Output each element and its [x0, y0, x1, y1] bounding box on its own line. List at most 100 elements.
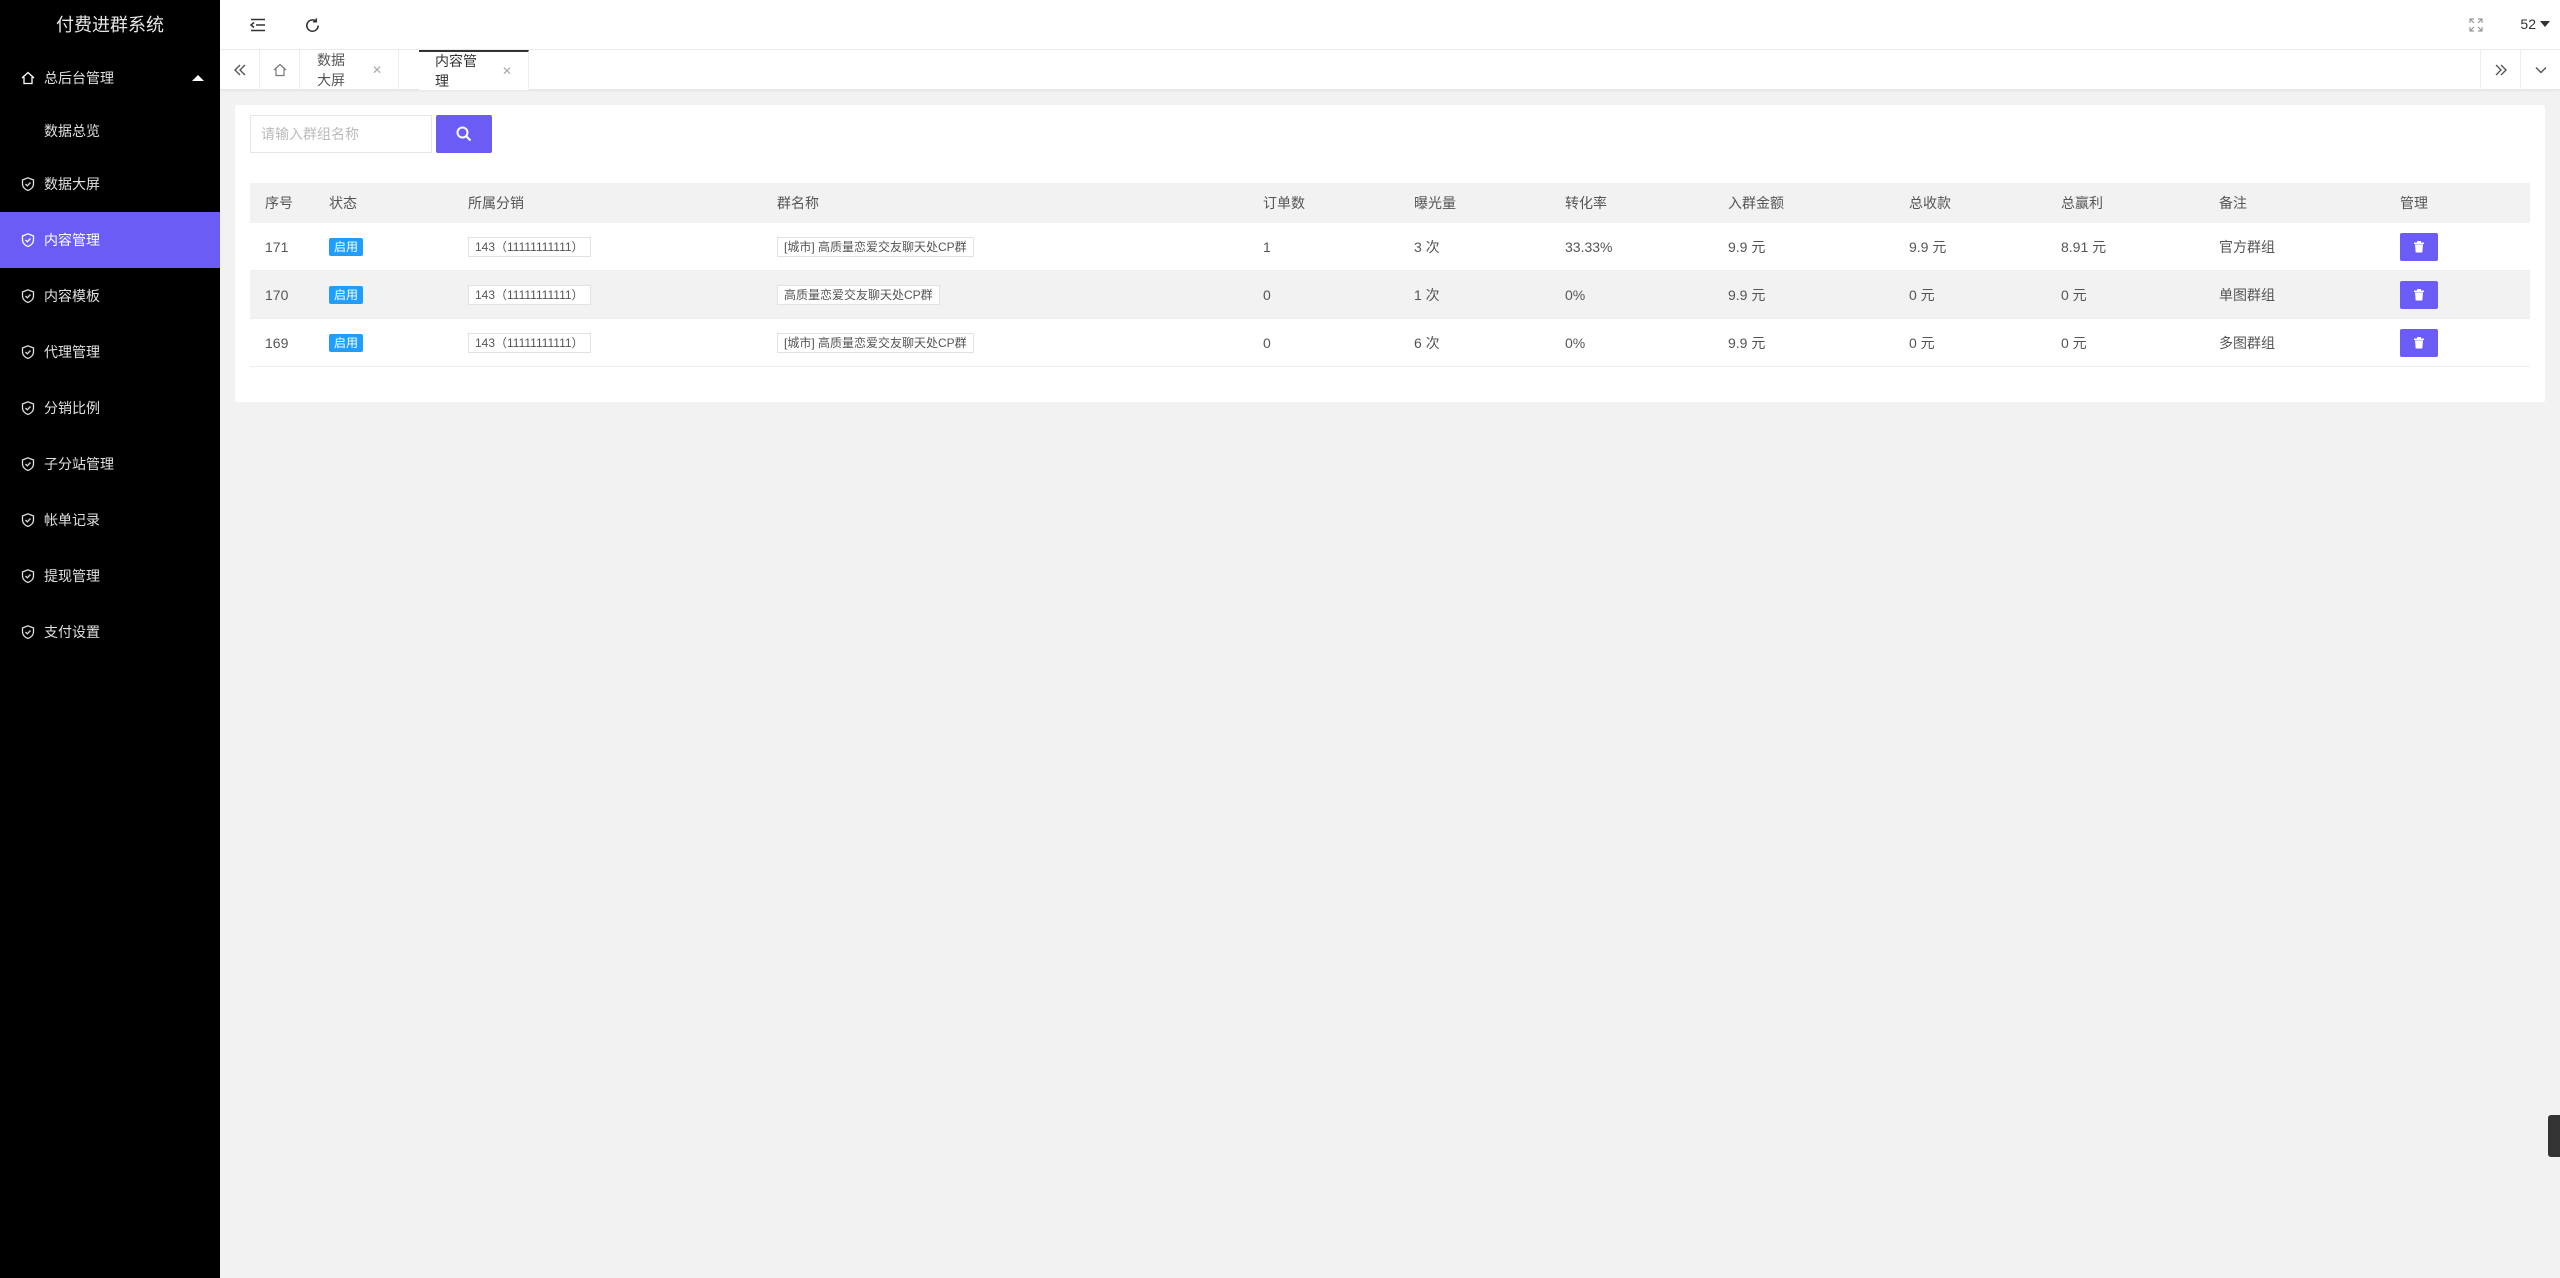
tabs-scroll-left-icon[interactable]	[220, 50, 260, 90]
cell-views: 6 次	[1414, 334, 1440, 351]
cell-note: 多图群组	[2219, 334, 2275, 351]
distributor-tag: 143（11111111111）	[468, 284, 591, 305]
table-header: 序号 状态 所属分销 群名称 订单数 曝光量 转化率 入群金额 总收款 总赢利 …	[250, 183, 2530, 223]
column-header: 管理	[2400, 195, 2428, 211]
status-badge: 启用	[329, 285, 364, 304]
refresh-icon[interactable]	[302, 15, 322, 35]
column-header: 状态	[329, 195, 357, 211]
cell-price: 9.9 元	[1728, 286, 1766, 303]
sidebar-item-distribution-ratio[interactable]: 分销比例	[0, 380, 220, 436]
cell-id: 170	[265, 286, 289, 303]
close-icon[interactable]: ✕	[502, 64, 512, 78]
sidebar-item-withdraw-manage[interactable]: 提现管理	[0, 548, 220, 604]
sidebar: 付费进群系统 总后台管理 数据总览 数据大屏 内容管理 内容模板 代理管理 分销…	[0, 0, 220, 1278]
sidebar-item-content-template[interactable]: 内容模板	[0, 268, 220, 324]
sidebar-item-label: 子分站管理	[44, 456, 114, 472]
group-name-tag: [城市] 高质量恋爱交友聊天处CP群	[777, 332, 974, 353]
tab-data-screen[interactable]: 数据大屏 ✕	[301, 50, 399, 90]
column-header: 总赢利	[2061, 195, 2103, 211]
cell-orders: 0	[1263, 334, 1271, 351]
sidebar-item-admin[interactable]: 总后台管理	[0, 50, 220, 106]
trash-icon	[2413, 240, 2425, 253]
column-header: 总收款	[1909, 195, 1951, 211]
cell-actions	[2385, 328, 2530, 357]
status-badge: 启用	[329, 333, 364, 352]
table-row: 171 启用 143（11111111111） [城市] 高质量恋爱交友聊天处C…	[250, 223, 2530, 271]
cell-group-name: [城市] 高质量恋爱交友聊天处CP群	[762, 332, 1248, 353]
shield-check-icon	[20, 456, 36, 472]
delete-button[interactable]	[2400, 280, 2438, 309]
sidebar-item-bill-records[interactable]: 帐单记录	[0, 492, 220, 548]
cell-price: 9.9 元	[1728, 238, 1766, 255]
cell-rate: 33.33%	[1565, 238, 1613, 255]
search-icon	[455, 125, 473, 143]
close-icon[interactable]: ✕	[372, 63, 382, 77]
home-icon	[20, 70, 36, 86]
tabs-scroll-right-icon[interactable]	[2480, 50, 2520, 90]
delete-button[interactable]	[2400, 328, 2438, 357]
cell-total: 0 元	[1909, 286, 1935, 303]
tabs-dropdown-icon[interactable]	[2520, 50, 2560, 90]
cell-distributor: 143（11111111111）	[453, 236, 762, 257]
cell-views: 1 次	[1414, 286, 1440, 303]
cell-id: 171	[265, 238, 289, 255]
fullscreen-icon[interactable]	[2466, 15, 2486, 35]
cell-profit: 0 元	[2061, 334, 2087, 351]
cell-status: 启用	[314, 333, 453, 352]
cell-note: 官方群组	[2219, 238, 2275, 255]
top-header: 52	[220, 0, 2560, 50]
cell-total: 0 元	[1909, 334, 1935, 351]
group-name-search-input[interactable]	[250, 115, 432, 153]
table-row: 170 启用 143（11111111111） 高质量恋爱交友聊天处CP群 0 …	[250, 271, 2530, 319]
trash-icon	[2413, 336, 2425, 349]
sidebar-item-agent-manage[interactable]: 代理管理	[0, 324, 220, 380]
sidebar-item-content-manage[interactable]: 内容管理	[0, 212, 220, 268]
sidebar-item-label: 内容模板	[44, 288, 100, 304]
tab-bar: 数据大屏 ✕ 内容管理 ✕	[220, 50, 2560, 90]
shield-check-icon	[20, 288, 36, 304]
app-logo: 付费进群系统	[56, 15, 164, 35]
sidebar-item-label: 总后台管理	[44, 70, 114, 86]
sidebar-item-substation-manage[interactable]: 子分站管理	[0, 436, 220, 492]
caret-up-icon	[192, 75, 204, 81]
group-name-tag: [城市] 高质量恋爱交友聊天处CP群	[777, 236, 974, 257]
menu-toggle-icon[interactable]	[248, 15, 268, 35]
shield-check-icon	[20, 400, 36, 416]
shield-check-icon	[20, 568, 36, 584]
sidebar-item-label: 提现管理	[44, 568, 100, 584]
side-drawer-handle[interactable]	[2548, 1115, 2560, 1157]
sidebar-item-label: 代理管理	[44, 344, 100, 360]
cell-group-name: [城市] 高质量恋爱交友聊天处CP群	[762, 236, 1248, 257]
shield-check-icon	[20, 512, 36, 528]
sidebar-item-label: 帐单记录	[44, 512, 100, 528]
cell-actions	[2385, 280, 2530, 309]
table-row: 169 启用 143（11111111111） [城市] 高质量恋爱交友聊天处C…	[250, 319, 2530, 367]
trash-icon	[2413, 288, 2425, 301]
sidebar-item-label: 分销比例	[44, 400, 100, 416]
search-button[interactable]	[436, 115, 492, 153]
home-tab-icon[interactable]	[260, 50, 300, 90]
shield-check-icon	[20, 176, 36, 192]
distributor-tag: 143（11111111111）	[468, 332, 591, 353]
sidebar-item-payment-settings[interactable]: 支付设置	[0, 604, 220, 660]
column-header: 备注	[2219, 195, 2247, 211]
cell-orders: 1	[1263, 238, 1271, 255]
delete-button[interactable]	[2400, 232, 2438, 261]
cell-rate: 0%	[1565, 334, 1586, 351]
column-header: 入群金额	[1728, 195, 1784, 211]
cell-distributor: 143（11111111111）	[453, 332, 762, 353]
cell-distributor: 143（11111111111）	[453, 284, 762, 305]
sidebar-item-label: 数据总览	[44, 123, 100, 139]
cell-note: 单图群组	[2219, 286, 2275, 303]
shield-check-icon	[20, 624, 36, 640]
column-header: 订单数	[1263, 195, 1305, 211]
sidebar-item-label: 内容管理	[44, 232, 100, 248]
column-header: 曝光量	[1414, 195, 1456, 211]
user-menu[interactable]: 52	[2520, 16, 2550, 32]
cell-actions	[2385, 232, 2530, 261]
tab-label: 数据大屏	[317, 52, 345, 88]
sidebar-item-data-screen[interactable]: 数据大屏	[0, 156, 220, 212]
tab-content-manage[interactable]: 内容管理 ✕	[419, 50, 529, 90]
group-name-tag: 高质量恋爱交友聊天处CP群	[777, 284, 940, 305]
sidebar-item-overview[interactable]: 数据总览	[0, 106, 220, 156]
